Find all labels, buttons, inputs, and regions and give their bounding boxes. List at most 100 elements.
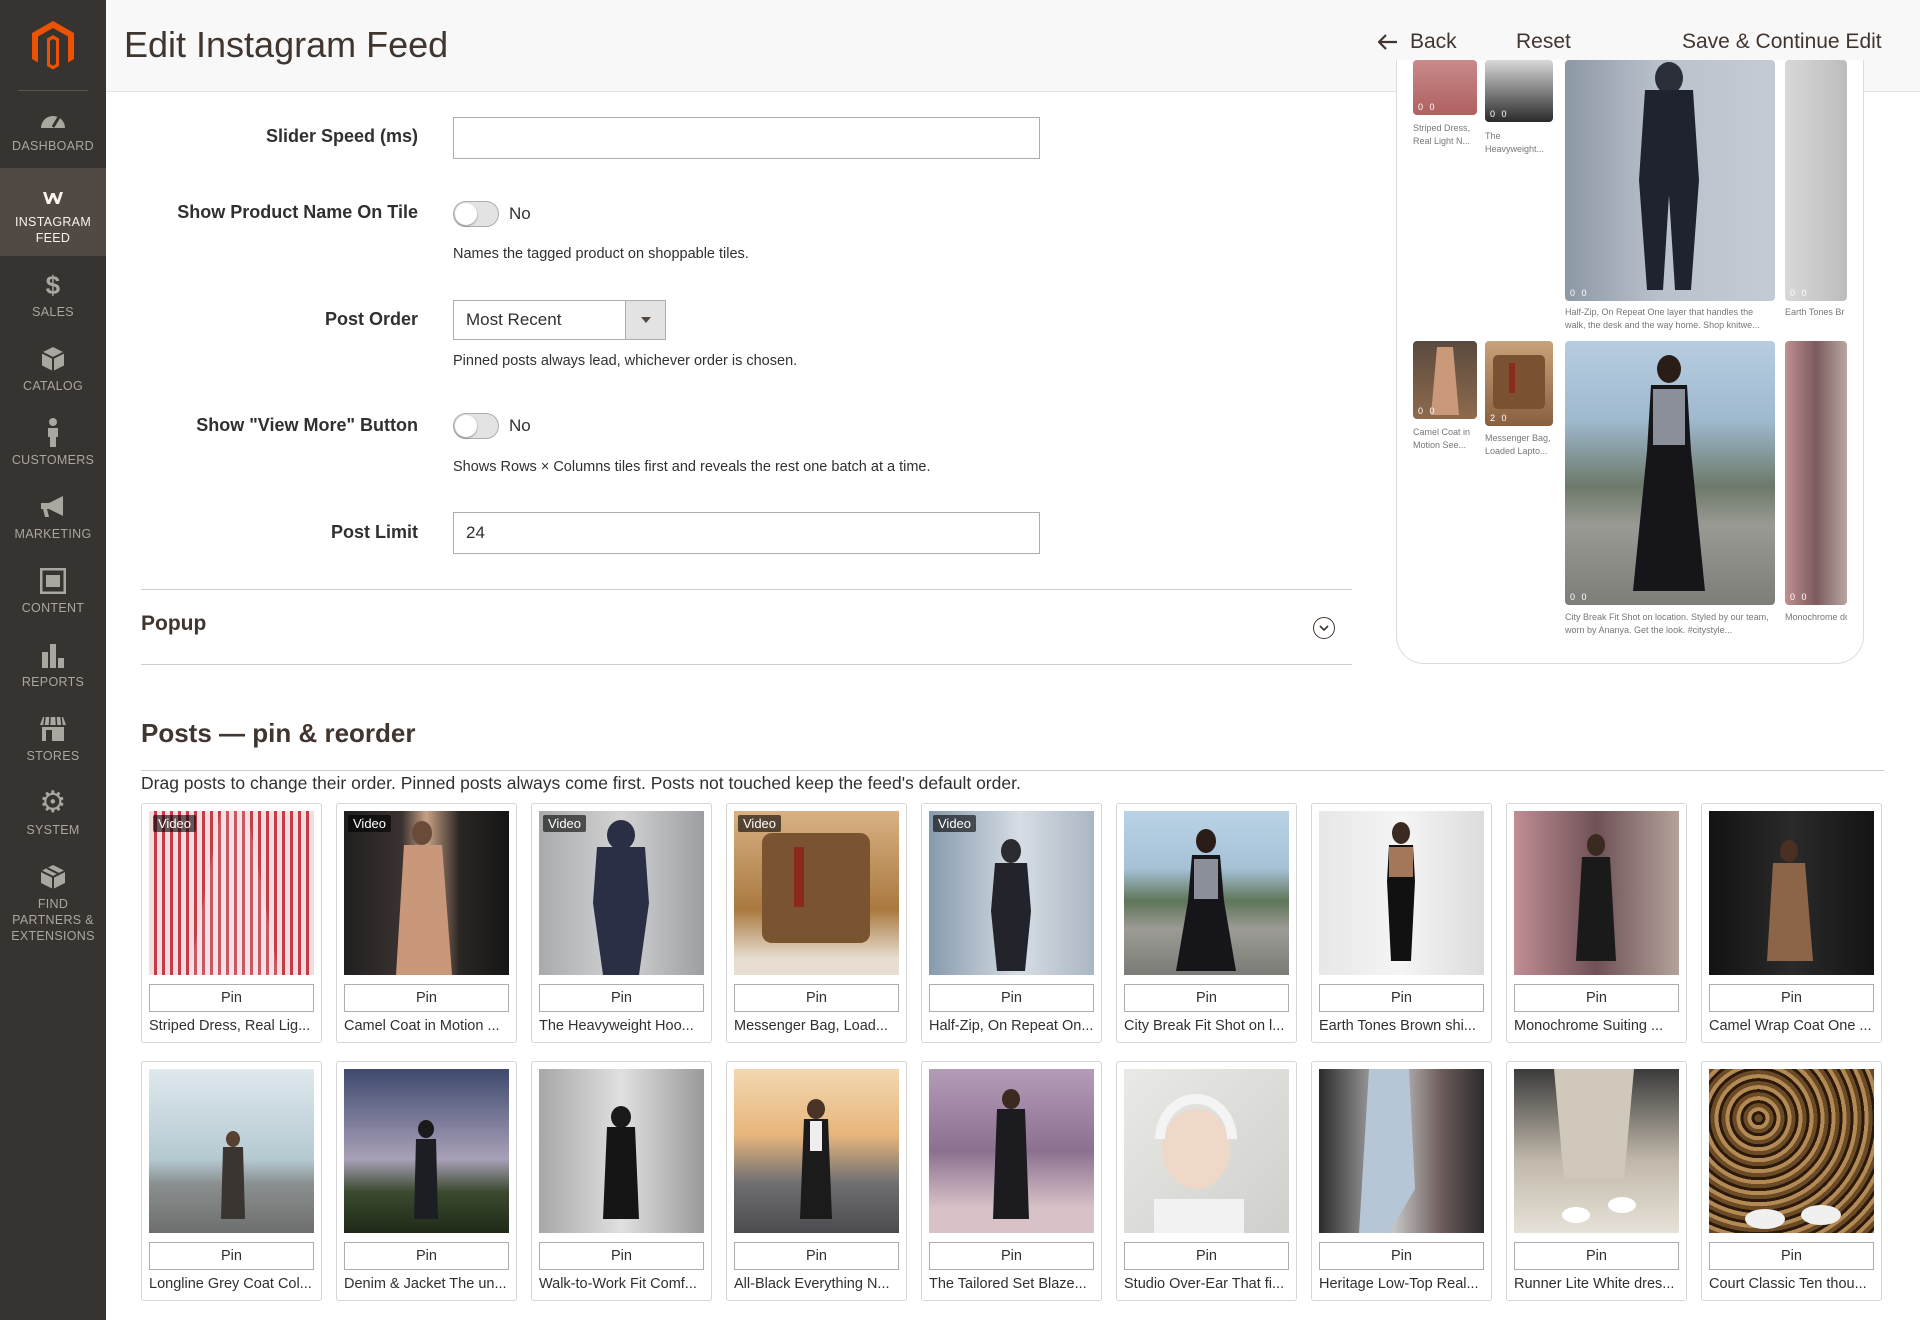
chevron-down-circle-icon[interactable]: [1313, 617, 1335, 639]
post-caption: Earth Tones Brown shi...: [1319, 1018, 1476, 1034]
nav-stores[interactable]: STORES: [0, 714, 106, 774]
person-icon: [0, 418, 106, 448]
preview-tile: 0 0: [1565, 341, 1775, 605]
nav-find-partners[interactable]: FIND PARTNERS & EXTENSIONS: [0, 862, 106, 952]
post-thumbnail: Video: [734, 811, 899, 975]
nav-marketing[interactable]: MARKETING: [0, 492, 106, 552]
nav-reports[interactable]: REPORTS: [0, 640, 106, 700]
post-thumbnail: [1124, 811, 1289, 975]
pin-button[interactable]: Pin: [929, 1242, 1094, 1270]
pin-button[interactable]: Pin: [1124, 984, 1289, 1012]
nav-customers[interactable]: CUSTOMERS: [0, 418, 106, 478]
post-card[interactable]: Pin Camel Wrap Coat One ...: [1701, 803, 1882, 1043]
pin-button[interactable]: Pin: [1514, 1242, 1679, 1270]
show-product-name-label: Show Product Name On Tile: [177, 202, 418, 222]
post-caption: Camel Coat in Motion ...: [344, 1018, 500, 1034]
popup-section-title[interactable]: Popup: [141, 612, 206, 636]
post-caption: Monochrome Suiting ...: [1514, 1018, 1664, 1034]
post-card[interactable]: Video Pin Messenger Bag, Load...: [726, 803, 907, 1043]
pin-button[interactable]: Pin: [1124, 1242, 1289, 1270]
instagram-feed-icon: [0, 186, 106, 210]
post-card[interactable]: Video Pin Striped Dress, Real Lig...: [141, 803, 322, 1043]
post-order-label: Post Order: [324, 309, 418, 329]
preview-caption: Striped Dress, Real Light N...: [1413, 123, 1471, 146]
slider-speed-label: Slider Speed (ms): [265, 126, 418, 146]
post-card[interactable]: Pin Earth Tones Brown shi...: [1311, 803, 1492, 1043]
post-caption: Studio Over-Ear That fi...: [1124, 1276, 1285, 1292]
post-thumbnail: [734, 1069, 899, 1233]
nav-content[interactable]: CONTENT: [0, 566, 106, 626]
reset-button[interactable]: Reset: [1516, 30, 1571, 54]
post-limit-input[interactable]: [453, 512, 1040, 554]
show-product-name-toggle[interactable]: [453, 201, 499, 227]
pin-button[interactable]: Pin: [539, 984, 704, 1012]
post-thumbnail: [1709, 811, 1874, 975]
pin-button[interactable]: Pin: [734, 984, 899, 1012]
nav-instagram-feed[interactable]: INSTAGRAM FEED: [0, 168, 106, 256]
chevron-down-icon: [625, 301, 665, 339]
post-card[interactable]: Video Pin Camel Coat in Motion ...: [336, 803, 517, 1043]
video-badge: Video: [348, 815, 392, 832]
pin-button[interactable]: Pin: [539, 1242, 704, 1270]
post-card[interactable]: Pin Denim & Jacket The un...: [336, 1061, 517, 1301]
post-card[interactable]: Pin The Tailored Set Blaze...: [921, 1061, 1102, 1301]
preview-tile: 0 0: [1413, 60, 1477, 115]
post-card[interactable]: Pin Runner Lite White dres...: [1506, 1061, 1687, 1301]
nav-system[interactable]: ⚙ SYSTEM: [0, 788, 106, 848]
pin-button[interactable]: Pin: [149, 984, 314, 1012]
nav-catalog[interactable]: CATALOG: [0, 344, 106, 404]
pin-button[interactable]: Pin: [1319, 984, 1484, 1012]
post-card[interactable]: Pin Longline Grey Coat Col...: [141, 1061, 322, 1301]
post-card[interactable]: Pin All-Black Everything N...: [726, 1061, 907, 1301]
nav-dashboard[interactable]: DASHBOARD: [0, 104, 106, 164]
nav-sales[interactable]: $ SALES: [0, 270, 106, 330]
preview-tile: 0 0: [1785, 60, 1847, 301]
preview-caption: Camel Coat in Motion See...: [1413, 427, 1471, 450]
view-more-note: Shows Rows × Columns tiles first and rev…: [453, 459, 931, 475]
post-caption: All-Black Everything N...: [734, 1276, 890, 1292]
magento-logo[interactable]: [0, 0, 106, 90]
post-card[interactable]: Pin Court Classic Ten thou...: [1701, 1061, 1882, 1301]
post-card[interactable]: Video Pin The Heavyweight Hoo...: [531, 803, 712, 1043]
posts-title: Posts — pin & reorder: [141, 718, 416, 748]
slider-speed-input[interactable]: [453, 117, 1040, 159]
post-order-value: Most Recent: [466, 310, 562, 329]
section-divider-bottom: [141, 664, 1352, 665]
post-card[interactable]: Pin City Break Fit Shot on l...: [1116, 803, 1297, 1043]
post-thumbnail: Video: [539, 811, 704, 975]
post-order-select[interactable]: Most Recent: [453, 300, 666, 340]
back-button[interactable]: Back: [1378, 30, 1457, 54]
post-caption: Half-Zip, On Repeat On...: [929, 1018, 1094, 1034]
pin-button[interactable]: Pin: [344, 1242, 509, 1270]
post-card[interactable]: Pin Monochrome Suiting ...: [1506, 803, 1687, 1043]
post-limit-label: Post Limit: [330, 522, 418, 542]
preview-caption: City Break Fit Shot on location. Styled …: [1565, 612, 1769, 635]
post-card[interactable]: Pin Studio Over-Ear That fi...: [1116, 1061, 1297, 1301]
pin-button[interactable]: Pin: [1709, 984, 1874, 1012]
post-thumbnail: [1709, 1069, 1874, 1233]
post-card[interactable]: Pin Heritage Low-Top Real...: [1311, 1061, 1492, 1301]
post-thumbnail: [1514, 1069, 1679, 1233]
pin-button[interactable]: Pin: [149, 1242, 314, 1270]
view-more-toggle[interactable]: [453, 413, 499, 439]
post-card[interactable]: Video Pin Half-Zip, On Repeat On...: [921, 803, 1102, 1043]
posts-rule: [141, 770, 1884, 771]
post-card[interactable]: Pin Walk-to-Work Fit Comf...: [531, 1061, 712, 1301]
preview-caption: Earth Tones Br else needed. L: [1785, 307, 1847, 317]
layout-icon: [0, 566, 106, 596]
pin-button[interactable]: Pin: [929, 984, 1094, 1012]
post-thumbnail: [344, 1069, 509, 1233]
pin-button[interactable]: Pin: [734, 1242, 899, 1270]
post-caption: The Tailored Set Blaze...: [929, 1276, 1087, 1292]
page-title: Edit Instagram Feed: [124, 24, 449, 65]
save-continue-button[interactable]: Save & Continue Edit: [1682, 30, 1882, 54]
pin-button[interactable]: Pin: [1709, 1242, 1874, 1270]
pin-button[interactable]: Pin: [344, 984, 509, 1012]
video-badge: Video: [543, 815, 587, 832]
arrow-left-icon: [1378, 34, 1397, 50]
dollar-icon: $: [45, 270, 61, 300]
post-caption: Runner Lite White dres...: [1514, 1276, 1675, 1292]
back-button-label: Back: [1410, 30, 1457, 53]
pin-button[interactable]: Pin: [1319, 1242, 1484, 1270]
pin-button[interactable]: Pin: [1514, 984, 1679, 1012]
